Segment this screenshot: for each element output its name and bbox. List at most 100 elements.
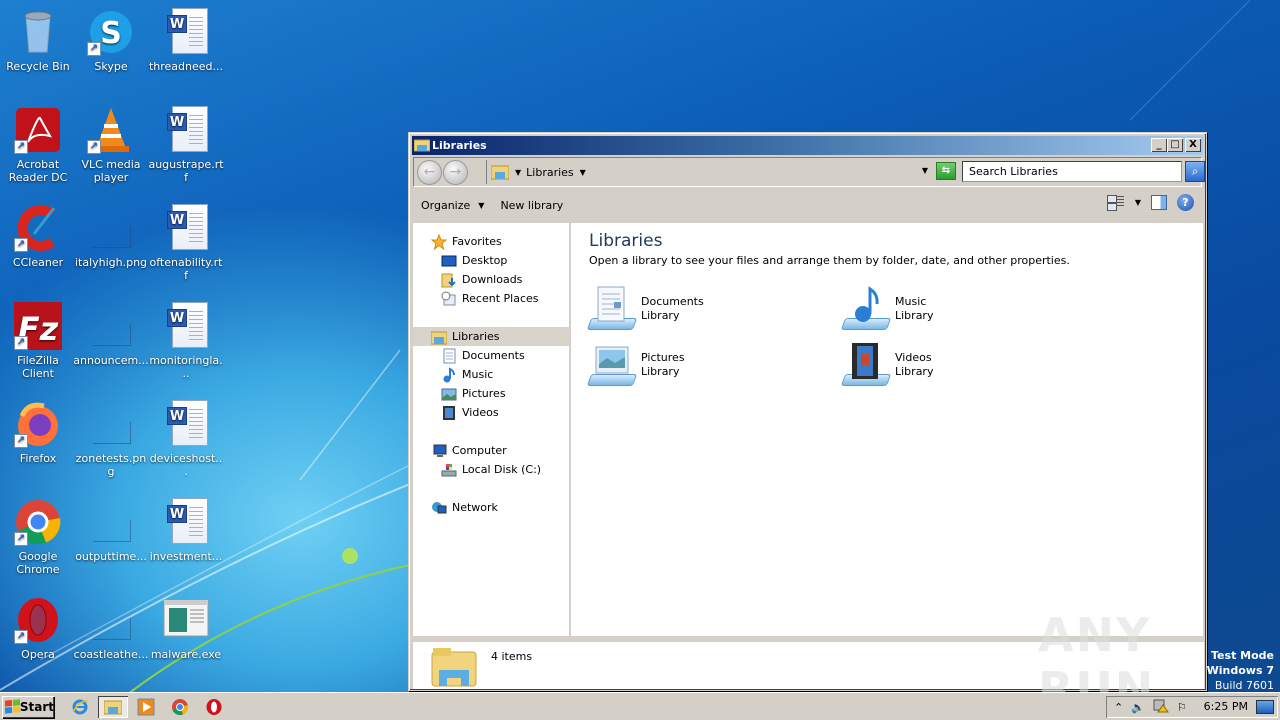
desktop-icon[interactable]: zonetests.png bbox=[73, 395, 149, 481]
desktop-icon-label: Acrobat Reader DC bbox=[8, 158, 68, 184]
organize-button[interactable]: Organize ▼ bbox=[413, 194, 492, 218]
forward-button[interactable]: → bbox=[443, 159, 468, 185]
desktop-icon[interactable]: ↗ Google Chrome bbox=[0, 493, 76, 579]
library-documents[interactable]: Documents Library bbox=[586, 285, 807, 333]
desktop-icon[interactable]: Winvestment... bbox=[148, 493, 224, 579]
libraries-folder-icon bbox=[413, 138, 431, 152]
breadcrumb-chevron-icon[interactable]: ▼ bbox=[515, 168, 521, 177]
change-view-icon[interactable] bbox=[1106, 194, 1125, 211]
executable-icon bbox=[162, 596, 210, 644]
desktop-icon[interactable]: S ↗ Skype bbox=[73, 3, 149, 89]
desktop-icon[interactable]: malware.exe bbox=[148, 591, 224, 677]
taskbar-opera[interactable] bbox=[202, 696, 226, 718]
desktop-icon[interactable]: Wdeviceshost... bbox=[148, 395, 224, 481]
desktop-icon[interactable]: announcem... bbox=[73, 297, 149, 383]
volume-icon[interactable]: 🔈 bbox=[1131, 701, 1145, 714]
firefox-icon: ↗ bbox=[14, 400, 62, 448]
address-bar[interactable]: ▼ Libraries ▼ ▼ bbox=[486, 160, 934, 184]
computer-icon bbox=[431, 443, 447, 459]
desktop-icon[interactable]: italyhigh.png bbox=[73, 199, 149, 285]
svg-text:S: S bbox=[100, 16, 122, 51]
show-desktop-button[interactable] bbox=[1256, 700, 1274, 714]
taskbar-windows-explorer[interactable] bbox=[98, 696, 128, 718]
desktop-icon[interactable]: Wmonitoringla... bbox=[148, 297, 224, 383]
minimize-button[interactable]: _ bbox=[1151, 138, 1167, 152]
test-mode-label: Test Mode bbox=[1211, 649, 1274, 662]
desktop-icon[interactable]: outputtime... bbox=[73, 493, 149, 579]
chevron-down-icon: ▼ bbox=[478, 201, 485, 210]
desktop-icon[interactable]: Fz ↗ FileZilla Client bbox=[0, 297, 76, 383]
documents-library-icon bbox=[586, 286, 638, 332]
word-document-icon: W bbox=[162, 204, 210, 252]
shortcut-arrow-icon: ↗ bbox=[14, 238, 28, 252]
breadcrumb-dropdown-icon[interactable]: ▼ bbox=[580, 168, 586, 177]
desktop-icon[interactable]: ↗ Acrobat Reader DC bbox=[0, 101, 76, 187]
desktop-icon[interactable]: ↗ Firefox bbox=[0, 395, 76, 481]
music-icon bbox=[441, 366, 457, 383]
nav-computer[interactable]: Computer bbox=[431, 441, 587, 460]
refresh-icon: ⇆ bbox=[941, 165, 951, 176]
desktop-icon[interactable]: Recycle Bin bbox=[0, 3, 76, 89]
library-videos[interactable]: Videos Library bbox=[840, 341, 1061, 389]
nav-favorites[interactable]: Favorites bbox=[430, 232, 587, 251]
view-options-dropdown[interactable]: ▼ bbox=[1135, 198, 1141, 207]
library-pictures[interactable]: Pictures Library bbox=[586, 341, 807, 389]
build-label: Build 7601 bbox=[1214, 679, 1274, 692]
desktop-icon[interactable]: ↗ VLC media player bbox=[73, 101, 149, 187]
filezilla-icon: Fz ↗ bbox=[14, 302, 62, 350]
start-button[interactable]: Start bbox=[2, 696, 54, 718]
show-hidden-icons-icon[interactable]: ⌃ bbox=[1114, 701, 1123, 714]
clock[interactable]: 6:25 PM bbox=[1204, 700, 1248, 713]
action-center-flag-icon[interactable]: ⚐ bbox=[1177, 701, 1187, 714]
maximize-button[interactable]: □ bbox=[1167, 138, 1183, 152]
chrome-icon bbox=[172, 699, 189, 716]
breadcrumb-libraries[interactable]: Libraries bbox=[526, 166, 574, 179]
desktop-icon[interactable]: Woftenability.rtf bbox=[148, 199, 224, 285]
desktop-icon[interactable]: ↗ Opera bbox=[0, 591, 76, 677]
desktop-icon-label: announcem... bbox=[73, 354, 149, 367]
desktop-icon[interactable]: coastleathe... bbox=[73, 591, 149, 677]
nav-libraries-label: Libraries bbox=[452, 330, 500, 343]
taskbar-internet-explorer[interactable] bbox=[68, 696, 92, 718]
pictures-library-icon bbox=[586, 342, 638, 388]
word-document-icon: W bbox=[162, 302, 210, 350]
desktop-icon[interactable]: Waugustrape.rtf bbox=[148, 101, 224, 187]
nav-local-disk-label: Local Disk (C:) bbox=[462, 463, 542, 476]
desktop-icon-label: CCleaner bbox=[12, 256, 64, 269]
taskbar-media-player[interactable] bbox=[134, 696, 158, 718]
new-library-button[interactable]: New library bbox=[492, 194, 571, 218]
taskbar-chrome[interactable] bbox=[168, 696, 192, 718]
nav-pictures-label: Pictures bbox=[462, 387, 506, 400]
acrobat-icon: ↗ bbox=[14, 106, 62, 154]
refresh-button[interactable]: ⇆ bbox=[936, 162, 956, 180]
desktop-icon-label: deviceshost... bbox=[149, 452, 223, 478]
image-file-icon bbox=[87, 498, 135, 546]
desktop-icon-label: coastleathe... bbox=[73, 648, 149, 661]
close-button[interactable]: X bbox=[1185, 138, 1201, 152]
organize-label: Organize bbox=[421, 199, 471, 212]
shortcut-arrow-icon: ↗ bbox=[14, 630, 28, 644]
shortcut-arrow-icon: ↗ bbox=[87, 42, 101, 56]
title-bar[interactable]: Libraries _ □ X bbox=[412, 136, 1203, 155]
search-button[interactable]: ⌕ bbox=[1185, 161, 1205, 182]
search-input[interactable]: Search Libraries bbox=[962, 161, 1182, 182]
skype-icon: S ↗ bbox=[87, 8, 135, 56]
desktop-icon[interactable]: ↗ CCleaner bbox=[0, 199, 76, 285]
nav-network[interactable]: Network bbox=[431, 498, 587, 517]
help-icon[interactable]: ? bbox=[1177, 194, 1194, 211]
page-description: Open a library to see your files and arr… bbox=[589, 254, 1070, 267]
back-button[interactable]: ← bbox=[417, 159, 442, 185]
nav-libraries[interactable]: Libraries bbox=[413, 327, 569, 346]
word-document-icon: W bbox=[162, 106, 210, 154]
library-music[interactable]: Music Library bbox=[840, 285, 1061, 333]
chrome-icon: ↗ bbox=[14, 498, 62, 546]
vlc-icon: ↗ bbox=[87, 106, 135, 154]
page-title: Libraries bbox=[589, 231, 663, 251]
desktop-icon-label: augustrape.rtf bbox=[148, 158, 224, 184]
address-history-dropdown[interactable]: ▼ bbox=[922, 166, 928, 175]
word-document-icon: W bbox=[162, 8, 210, 56]
desktop-icon[interactable]: Wthreadneed... bbox=[148, 3, 224, 89]
network-warning-icon[interactable] bbox=[1153, 699, 1169, 716]
nav-recent-places-label: Recent Places bbox=[462, 292, 539, 305]
preview-pane-icon[interactable] bbox=[1151, 195, 1167, 210]
